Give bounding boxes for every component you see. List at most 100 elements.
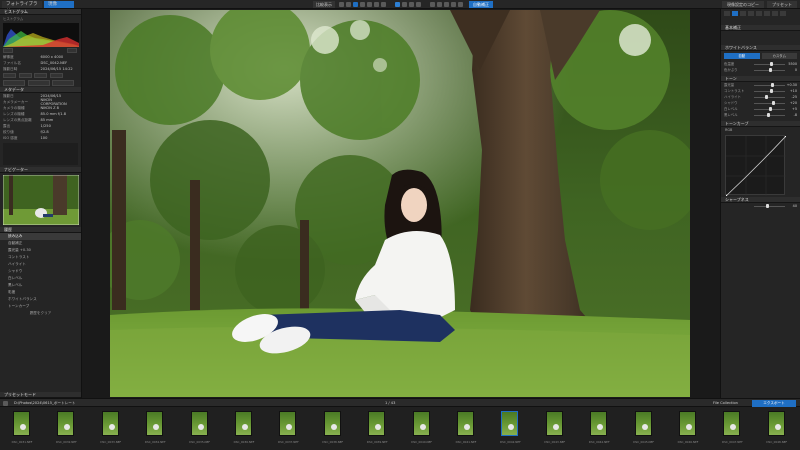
file-collection-button[interactable]: File Collection — [713, 400, 738, 407]
fit-icon[interactable] — [444, 2, 449, 7]
zoom-in-icon[interactable] — [430, 2, 435, 7]
adjust-slider[interactable]: 黒レベル -8 — [724, 112, 797, 118]
clear-history-button[interactable]: 履歴をクリア — [0, 310, 81, 316]
filmstrip-thumbnail[interactable]: DSC_0038.NEF — [311, 409, 355, 447]
view-mode-button[interactable] — [3, 73, 16, 78]
adjust-slider[interactable]: 色かぶり 0 — [724, 67, 797, 73]
filmstrip-thumbnail[interactable]: DSC_0034.NEF — [133, 409, 177, 447]
flip-icon[interactable] — [374, 2, 379, 7]
history-item[interactable]: 読み込み — [0, 233, 81, 240]
history-item[interactable]: ハイライト — [0, 261, 81, 268]
history-item[interactable]: 彩度 — [0, 289, 81, 296]
single-view-icon[interactable] — [346, 2, 351, 7]
history-item[interactable]: コントラスト — [0, 254, 81, 261]
grid-view-icon[interactable] — [339, 2, 344, 7]
tab-photo-library[interactable]: フォトライブラリ — [2, 1, 42, 14]
view-mode-button[interactable] — [18, 73, 32, 78]
filmstrip-thumbnail[interactable]: DSC_0046.NEF — [666, 409, 710, 447]
wb-custom-button[interactable]: カスタム — [761, 53, 797, 59]
tool-icon[interactable] — [780, 11, 786, 16]
tool-icon[interactable] — [724, 11, 730, 16]
radial-icon[interactable] — [416, 2, 421, 7]
wb-auto-button[interactable]: 自動 — [724, 53, 760, 59]
filmstrip-thumbnail[interactable]: DSC_0039.NEF — [355, 409, 399, 447]
slider-knob[interactable] — [765, 95, 769, 99]
thumbnail-image — [590, 411, 608, 436]
history-item[interactable]: シャドウ — [0, 268, 81, 275]
history-item[interactable]: ホワイトバランス — [0, 296, 81, 303]
slider-track — [754, 96, 785, 98]
straighten-icon[interactable] — [381, 2, 386, 7]
spot-removal-icon[interactable] — [395, 2, 400, 7]
slider-knob[interactable] — [767, 113, 771, 117]
export-button[interactable]: エクスポート — [752, 400, 796, 407]
filmstrip-thumbnail[interactable]: DSC_0033.NEF — [89, 409, 133, 447]
filmstrip-thumbnail[interactable]: DSC_0032.NEF — [44, 409, 88, 447]
filmstrip-thumbnail[interactable]: DSC_0040.NEF — [400, 409, 444, 447]
view-mode-button[interactable] — [49, 73, 63, 78]
tool-icon[interactable] — [740, 11, 746, 16]
filmstrip-thumbnail[interactable]: DSC_0036.NEF — [222, 409, 266, 447]
thumbnail-filename: DSC_0031.NEF — [11, 440, 33, 444]
layout-button[interactable] — [52, 80, 75, 86]
history-item[interactable]: 露光量 +0.30 — [0, 247, 81, 254]
crop-icon[interactable] — [360, 2, 365, 7]
zoom-out-icon[interactable] — [437, 2, 442, 7]
slider-knob[interactable] — [766, 204, 769, 208]
copy-settings-button[interactable]: 現像設定のコピー — [722, 1, 764, 8]
tool-icon[interactable] — [772, 11, 778, 16]
filmstrip-thumbnail[interactable]: DSC_0047.NEF — [710, 409, 754, 447]
layout-button[interactable] — [27, 80, 50, 86]
folder-icon[interactable] — [3, 401, 8, 406]
before-after-icon[interactable] — [451, 2, 456, 7]
tab-develop[interactable]: 現像 — [44, 1, 74, 8]
tool-icon[interactable] — [756, 11, 762, 16]
slider-track — [754, 84, 785, 86]
metadata-key: レンズの焦点距離 — [3, 117, 32, 122]
histogram-subheader: ヒストグラム — [3, 17, 24, 21]
navigator-preview[interactable] — [3, 175, 79, 225]
slider-knob[interactable] — [768, 68, 772, 72]
filmstrip-thumbnail[interactable]: DSC_0048.NEF — [755, 409, 799, 447]
filmstrip-thumbnail[interactable]: DSC_0044.NEF — [577, 409, 621, 447]
history-item[interactable]: トーンカーブ — [0, 303, 81, 310]
thumbnail-filename: DSC_0036.NEF — [233, 440, 255, 444]
clip-highlight-button[interactable] — [67, 48, 77, 53]
tool-icon[interactable] — [732, 11, 738, 16]
auto-adjust-button[interactable]: 自動補正 — [469, 1, 493, 8]
tool-icon[interactable] — [748, 11, 754, 16]
filmstrip-thumbnail[interactable]: DSC_0043.NEF — [533, 409, 577, 447]
undo-icon[interactable] — [458, 2, 463, 7]
tool-icon[interactable] — [764, 11, 770, 16]
main-photo[interactable] — [110, 10, 690, 397]
slider-knob[interactable] — [771, 101, 775, 105]
compare-view-button[interactable]: 比較表示 — [313, 1, 335, 8]
brush-icon[interactable] — [402, 2, 407, 7]
slider-knob[interactable] — [771, 83, 775, 87]
filmstrip-thumbnail[interactable]: DSC_0041.NEF — [444, 409, 488, 447]
develop-view-icon[interactable] — [353, 2, 358, 7]
image-viewer[interactable] — [82, 9, 720, 398]
preset-button[interactable]: プリセット — [767, 1, 797, 8]
clip-shadow-button[interactable] — [3, 48, 13, 53]
rotate-icon[interactable] — [367, 2, 372, 7]
filmstrip-thumbnail[interactable]: DSC_0035.NEF — [178, 409, 222, 447]
history-item[interactable]: 黒レベル — [0, 282, 81, 289]
navigator-header[interactable]: ナビゲーター — [0, 167, 81, 173]
filmstrip-thumbnail[interactable]: DSC_0037.NEF — [266, 409, 310, 447]
tone-curve[interactable] — [724, 134, 788, 198]
sharpness-slider[interactable]: 40 — [724, 203, 797, 209]
slider-knob[interactable] — [769, 107, 773, 111]
slider-knob[interactable] — [770, 62, 774, 66]
gradient-icon[interactable] — [409, 2, 414, 7]
filmstrip-thumbnail[interactable]: DSC_0031.NEF — [0, 409, 44, 447]
image-count: 1 / 43 — [385, 401, 396, 405]
curve-channel[interactable]: RGB — [721, 127, 800, 133]
slider-knob[interactable] — [770, 89, 774, 93]
filmstrip-thumbnail[interactable]: DSC_0042.NEF — [488, 409, 532, 447]
filmstrip-thumbnail[interactable]: DSC_0045.NEF — [622, 409, 666, 447]
layout-button[interactable] — [3, 80, 25, 86]
history-item[interactable]: 白レベル — [0, 275, 81, 282]
view-mode-button[interactable] — [34, 73, 48, 78]
history-item[interactable]: 自動補正 — [0, 240, 81, 247]
